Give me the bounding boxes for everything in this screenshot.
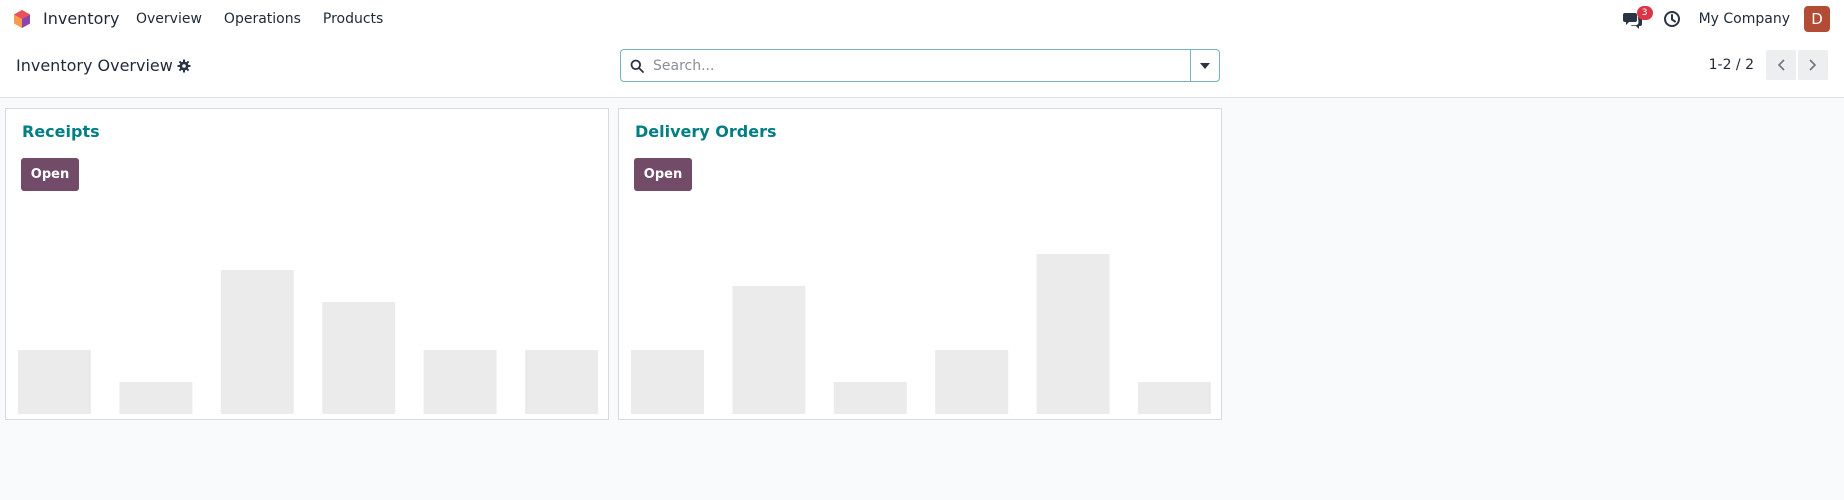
pager-value[interactable]: 1-2 / 2 (1709, 57, 1754, 73)
card-title-delivery-orders[interactable]: Delivery Orders (635, 122, 776, 141)
chart-bar (119, 382, 193, 414)
menu-item-operations[interactable]: Operations (224, 11, 301, 27)
search-bar (620, 49, 1220, 82)
navbar-systray: 3 My Company D (1622, 6, 1830, 32)
company-switcher[interactable]: My Company (1699, 11, 1790, 27)
main-menu: Overview Operations Products (136, 11, 383, 27)
receipts-card: Receipts Open (5, 108, 609, 420)
app-name[interactable]: Inventory (43, 9, 119, 28)
chart-bar (220, 270, 294, 414)
activities-button[interactable] (1663, 8, 1685, 30)
search-input[interactable] (653, 50, 1190, 81)
menu-item-overview[interactable]: Overview (136, 11, 202, 27)
chart-bar (732, 286, 806, 414)
chart-bar (18, 350, 91, 414)
page-title: Inventory Overview (16, 56, 173, 75)
clock-icon (1663, 11, 1680, 27)
receipts-open-button[interactable]: Open (21, 158, 79, 191)
chart-bar (833, 382, 907, 414)
pager: 1-2 / 2 (1709, 50, 1828, 80)
gear-icon[interactable] (177, 59, 191, 73)
chart-bar (1036, 254, 1110, 414)
chevron-left-icon (1777, 59, 1785, 71)
pager-next-button[interactable] (1798, 50, 1828, 80)
pager-previous-button[interactable] (1766, 50, 1796, 80)
chart-bar (631, 350, 704, 414)
delivery-orders-bar-chart (631, 254, 1211, 414)
receipts-bar-chart (18, 270, 598, 414)
menu-item-products[interactable]: Products (323, 11, 383, 27)
top-navbar: Inventory Overview Operations Products 3… (0, 0, 1844, 38)
caret-down-icon (1200, 62, 1210, 69)
chart-bar (935, 350, 1009, 414)
messages-count-badge: 3 (1636, 6, 1653, 20)
user-avatar[interactable]: D (1804, 6, 1830, 32)
delivery-orders-card: Delivery Orders Open (618, 108, 1222, 420)
card-title-receipts[interactable]: Receipts (22, 122, 100, 141)
chart-bar (423, 350, 497, 414)
delivery-orders-open-button[interactable]: Open (634, 158, 692, 191)
search-icon-wrap (621, 50, 653, 81)
chart-bar (525, 350, 598, 414)
search-icon (630, 59, 644, 73)
control-panel: Inventory Overview 1-2 / 2 (0, 38, 1844, 98)
messages-button[interactable]: 3 (1622, 6, 1653, 31)
breadcrumb: Inventory Overview (16, 56, 191, 75)
inventory-app-icon[interactable] (12, 9, 32, 29)
chevron-right-icon (1809, 59, 1817, 71)
chart-bar (322, 302, 396, 414)
chart-bar (1138, 382, 1211, 414)
search-options-toggle[interactable] (1190, 50, 1219, 81)
